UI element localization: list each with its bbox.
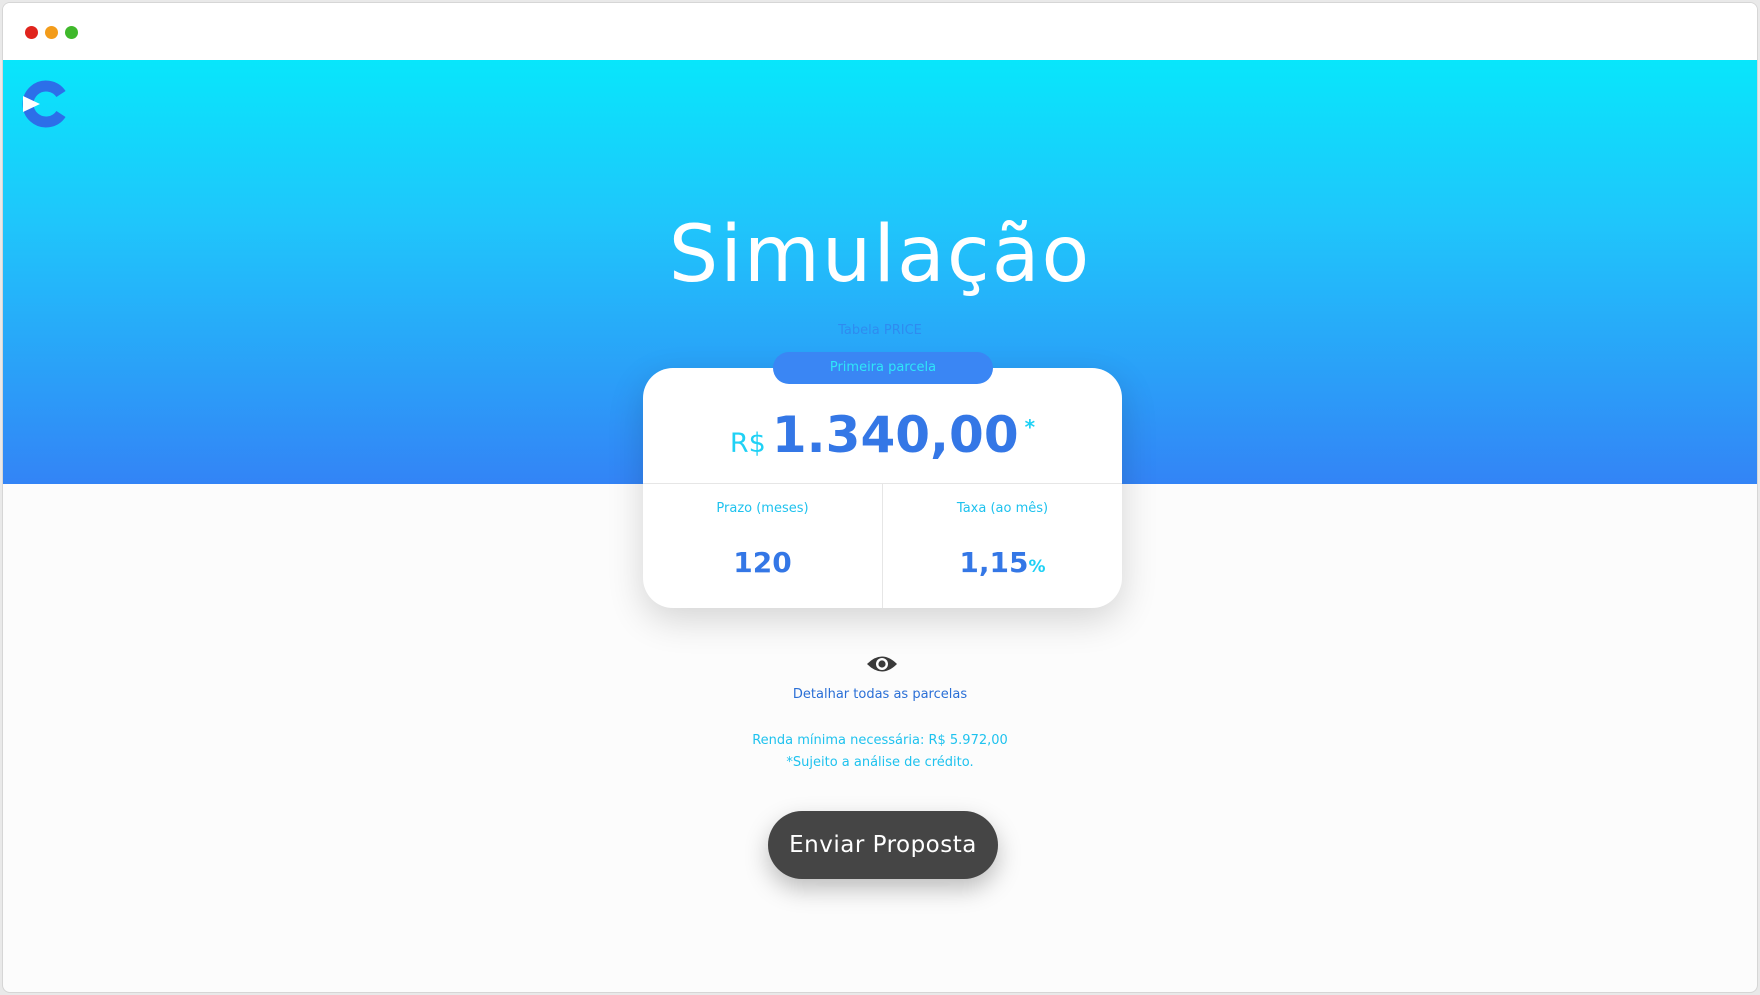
rate-column: Taxa (ao mês) 1,15%	[883, 484, 1122, 608]
min-income-text: Renda mínima necessária: R$ 5.972,00	[752, 733, 1008, 748]
title-bar	[3, 3, 1757, 60]
rate-value: 1,15	[959, 546, 1029, 579]
simulation-card: Primeira parcela R$ 1.340,00 * Prazo (mese…	[643, 352, 1122, 608]
browser-window: Simulação Tabela PRICE Primeira parcela …	[2, 2, 1758, 993]
minimize-window-button[interactable]	[45, 26, 58, 39]
term-value: 120	[733, 546, 792, 579]
term-label: Prazo (meses)	[716, 501, 809, 516]
page-title: Simulação	[668, 210, 1092, 300]
first-installment-badge: Primeira parcela	[773, 352, 993, 384]
rate-label: Taxa (ao mês)	[956, 501, 1049, 516]
maximize-window-button[interactable]	[65, 26, 78, 39]
close-window-button[interactable]	[25, 26, 38, 39]
eye-icon[interactable]	[866, 653, 898, 675]
send-proposal-button[interactable]: Enviar Proposta	[768, 811, 998, 879]
credit-disclaimer: *Sujeito a análise de crédito.	[786, 755, 974, 770]
page-subtitle: Tabela PRICE	[838, 323, 922, 338]
details-link[interactable]: Detalhar todas as parcelas	[3, 687, 1757, 702]
brand-logo[interactable]	[20, 80, 68, 128]
rate-unit: %	[1028, 557, 1046, 577]
currency-symbol: R$	[729, 428, 766, 459]
installment-amount: R$ 1.340,00 *	[643, 406, 1122, 466]
amount-asterisk: *	[1024, 415, 1036, 439]
rate-value-row: 1,15%	[883, 546, 1122, 579]
term-column: Prazo (meses) 120	[643, 484, 882, 608]
amount-value: 1.340,00	[771, 406, 1019, 464]
